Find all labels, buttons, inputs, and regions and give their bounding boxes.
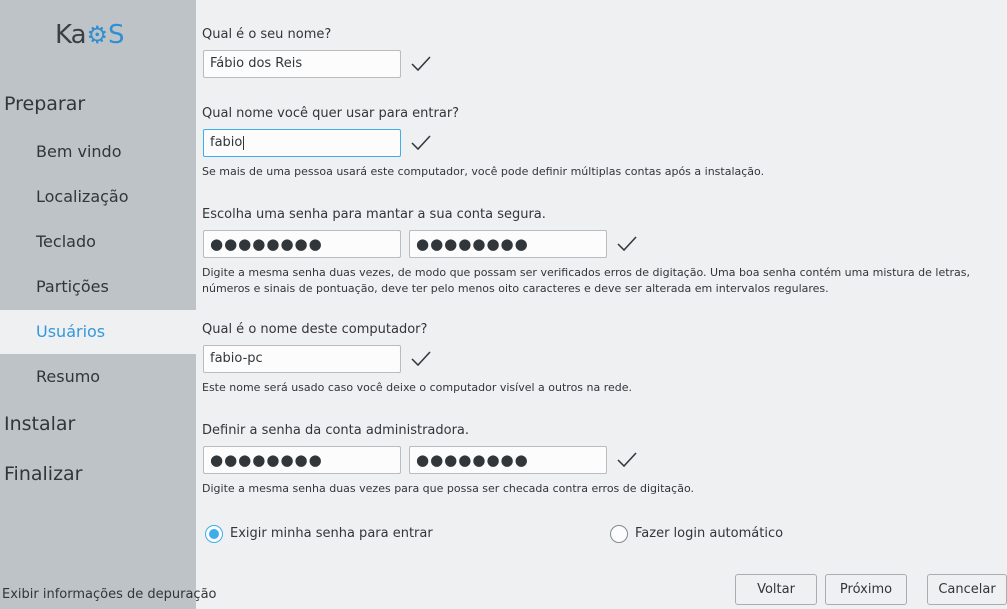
login-hint: Se mais de uma pessoa usará este computa… xyxy=(202,165,765,178)
hostname-label: Qual é o nome deste computador? xyxy=(202,322,428,337)
gear-icon: ⚙ xyxy=(86,21,108,49)
checkmark-icon xyxy=(411,135,431,151)
back-button[interactable]: Voltar xyxy=(735,574,817,605)
auto-login-label[interactable]: Fazer login automático xyxy=(635,526,783,541)
checkmark-icon xyxy=(411,351,431,367)
sidebar: Ka ⚙ S Preparar Bem vindo Localização Tecl… xyxy=(0,0,217,609)
login-name-value: fabio xyxy=(210,135,243,150)
password-field[interactable]: ●●●●●●●● xyxy=(203,230,401,258)
step-partitions: Partições xyxy=(36,277,109,296)
require-password-radio[interactable] xyxy=(205,525,223,543)
step-location: Localização xyxy=(36,187,129,206)
step-users: Usuários xyxy=(0,310,196,354)
name-label: Qual é o seu nome? xyxy=(202,27,332,42)
logo-text-s: S xyxy=(108,20,124,50)
next-button[interactable]: Próximo xyxy=(825,574,907,605)
section-prepare: Preparar xyxy=(4,93,86,115)
hostname-field[interactable]: fabio-pc xyxy=(203,345,401,373)
step-keyboard: Teclado xyxy=(36,232,96,251)
section-finish: Finalizar xyxy=(4,463,83,485)
debug-info-button[interactable]: Exibir informações de depuração xyxy=(2,587,217,602)
full-name-field[interactable]: Fábio dos Reis xyxy=(203,50,401,78)
login-label: Qual nome você quer usar para entrar? xyxy=(202,106,460,121)
step-welcome: Bem vindo xyxy=(36,142,122,161)
admin-password-confirm-field[interactable]: ●●●●●●●● xyxy=(409,446,607,474)
admin-password-field[interactable]: ●●●●●●●● xyxy=(203,446,401,474)
admin-password-hint: Digite a mesma senha duas vezes para que… xyxy=(202,482,694,495)
hostname-hint: Este nome será usado caso você deixe o c… xyxy=(202,381,633,394)
require-password-label[interactable]: Exigir minha senha para entrar xyxy=(230,526,433,541)
password-hint: Digite a mesma senha duas vezes, de modo… xyxy=(202,266,971,295)
admin-password-label: Definir a senha da conta administradora. xyxy=(202,423,470,438)
auto-login-radio[interactable] xyxy=(610,525,628,543)
logo-text-ka: Ka xyxy=(55,20,87,50)
checkmark-icon xyxy=(411,56,431,72)
password-label: Escolha uma senha para mantar a sua cont… xyxy=(202,207,546,222)
login-name-field[interactable]: fabio xyxy=(203,129,401,157)
text-caret xyxy=(243,135,245,150)
checkmark-icon xyxy=(617,452,637,468)
kaos-logo: Ka ⚙ S xyxy=(55,18,125,52)
cancel-button[interactable]: Cancelar xyxy=(927,574,1007,605)
password-confirm-field[interactable]: ●●●●●●●● xyxy=(409,230,607,258)
checkmark-icon xyxy=(617,236,637,252)
step-summary: Resumo xyxy=(36,367,101,386)
section-install: Instalar xyxy=(4,413,76,435)
